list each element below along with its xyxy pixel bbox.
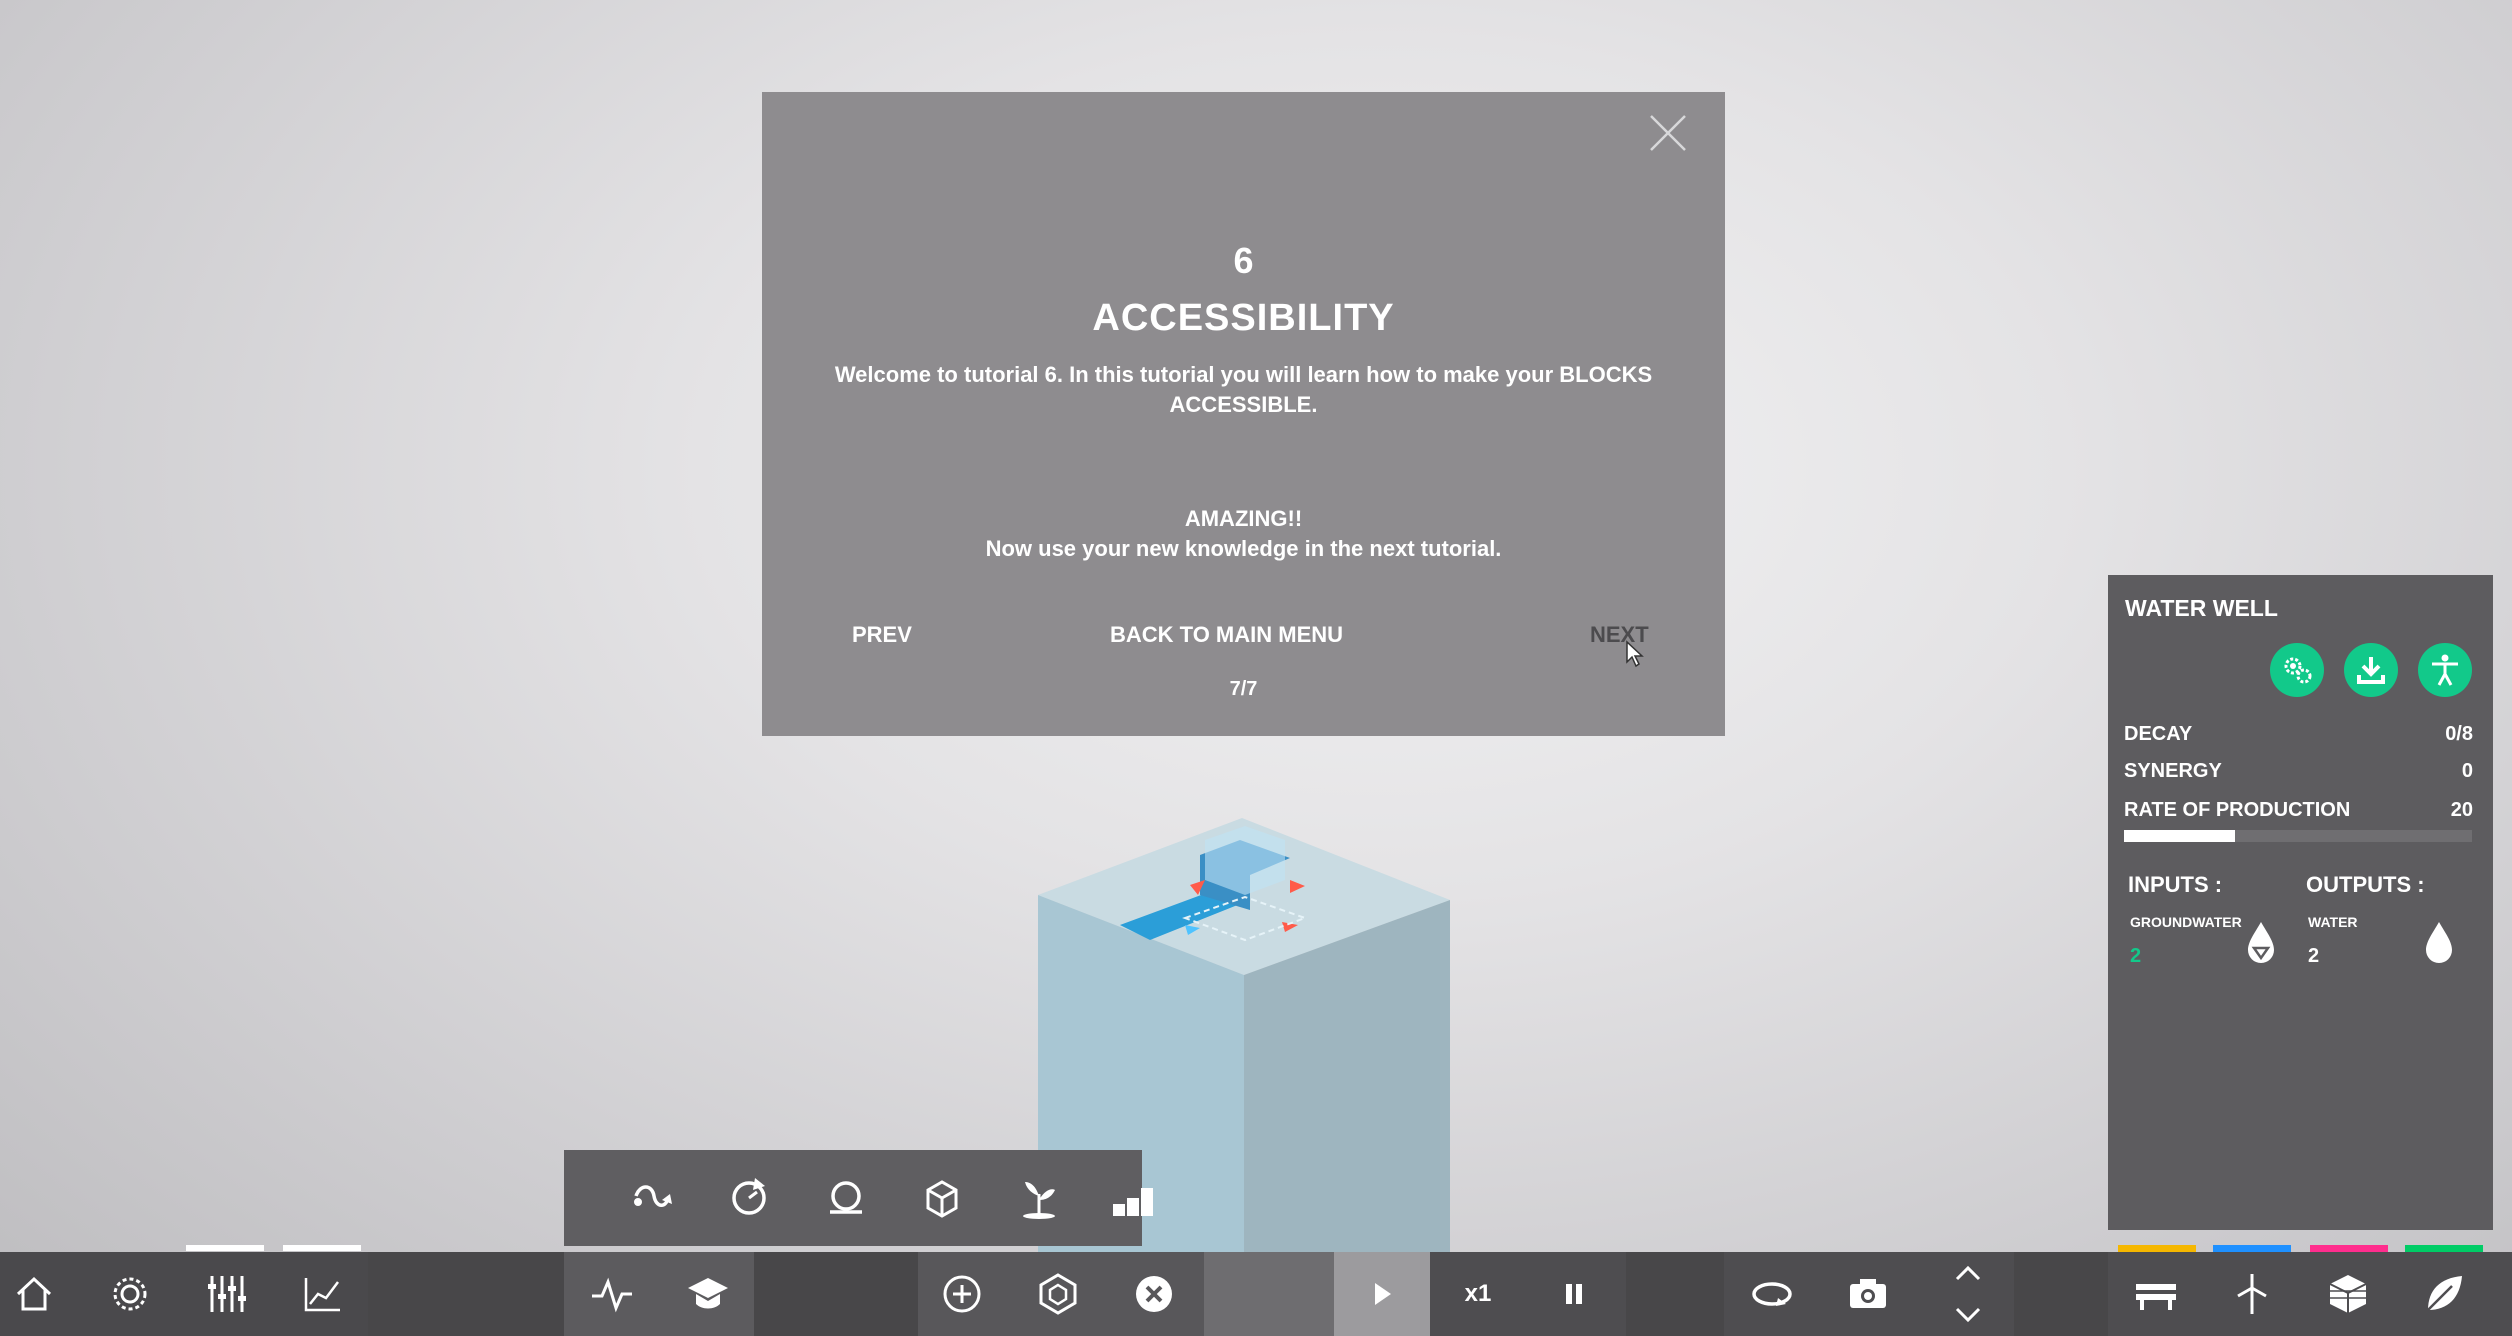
page-indicator: 7/7 bbox=[1229, 678, 1258, 700]
level-down-button[interactable] bbox=[1920, 1294, 2016, 1336]
connect-arrow-icon bbox=[634, 1185, 672, 1207]
outputs-heading: OUTPUTS : bbox=[2306, 872, 2425, 897]
input-value: 2 bbox=[2130, 945, 2142, 967]
tutorial-dialog: 6 ACCESSIBILITY Welcome to tutorial 6. I… bbox=[762, 92, 1725, 736]
play-icon bbox=[1375, 1283, 1391, 1305]
output-name: WATER bbox=[2308, 914, 2358, 930]
gear-icon bbox=[113, 1277, 147, 1311]
output-value: 2 bbox=[2308, 945, 2320, 967]
close-icon[interactable] bbox=[1645, 110, 1691, 156]
add-button[interactable] bbox=[914, 1252, 1010, 1336]
sliders-icon bbox=[208, 1276, 246, 1312]
pause-icon bbox=[1566, 1284, 1582, 1304]
gears-icon bbox=[2284, 657, 2312, 684]
close-circle-icon bbox=[1136, 1276, 1172, 1312]
stat-value: 20 bbox=[2450, 799, 2473, 821]
pause-button[interactable] bbox=[1526, 1252, 1622, 1336]
speed-button[interactable]: x1 bbox=[1430, 1252, 1526, 1336]
download-icon bbox=[2357, 657, 2385, 684]
prev-button[interactable]: PREV bbox=[852, 622, 912, 648]
tab-indicator bbox=[186, 1245, 264, 1251]
stat-label: RATE OF PRODUCTION bbox=[2124, 799, 2351, 821]
connect-tool-button[interactable] bbox=[612, 1158, 692, 1238]
mouse-cursor-icon bbox=[1625, 640, 1645, 673]
stat-label: DECAY bbox=[2124, 723, 2193, 745]
production-bar-fill bbox=[2124, 830, 2236, 842]
stat-decay: DECAY 0/8 bbox=[2124, 723, 2473, 746]
level-up-button[interactable] bbox=[1920, 1252, 2016, 1294]
pulse-icon bbox=[592, 1277, 632, 1313]
wireframe-cube-icon bbox=[926, 1180, 958, 1218]
screenshot-button[interactable] bbox=[1820, 1252, 1916, 1336]
chevron-up-icon bbox=[1955, 1265, 1981, 1281]
bench-icon bbox=[2136, 1284, 2176, 1310]
play-button[interactable] bbox=[1334, 1252, 1430, 1336]
settings-button[interactable] bbox=[82, 1252, 178, 1336]
stat-label: SYNERGY bbox=[2124, 760, 2222, 782]
building-info-panel: WATER WELL DECAY 0/8 SYNERGY 0 RATE OF P… bbox=[2108, 575, 2493, 1230]
upgrade-button[interactable] bbox=[1010, 1252, 1106, 1336]
line-chart-icon bbox=[304, 1278, 340, 1312]
speed-label: x1 bbox=[1464, 1280, 1492, 1307]
category-buildings-button[interactable] bbox=[2300, 1252, 2396, 1336]
stat-synergy: SYNERGY 0 bbox=[2124, 760, 2473, 783]
tutorial-number: 6 bbox=[1233, 240, 1254, 281]
orbit-camera-button[interactable] bbox=[1724, 1252, 1820, 1336]
plant-tool-button[interactable] bbox=[999, 1158, 1079, 1238]
home-button[interactable] bbox=[0, 1252, 82, 1336]
loop-icon bbox=[830, 1181, 862, 1214]
stat-value: 0 bbox=[2461, 760, 2473, 782]
category-energy-button[interactable] bbox=[2204, 1252, 2300, 1336]
production-bar bbox=[2124, 830, 2472, 842]
water-drop-icon bbox=[2426, 922, 2452, 963]
tutorial-intro: Welcome to tutorial 6. In this tutorial … bbox=[834, 362, 1653, 417]
building-cube-icon bbox=[2329, 1275, 2367, 1313]
coins-icon bbox=[1113, 1188, 1153, 1216]
toolbar-spacer bbox=[1204, 1252, 1334, 1336]
home-icon bbox=[16, 1276, 52, 1311]
tutorial-button[interactable] bbox=[660, 1252, 756, 1336]
hexagon-cube-icon bbox=[1039, 1273, 1077, 1315]
accessibility-button[interactable] bbox=[2418, 643, 2472, 697]
tutorial-message: Now use your new knowledge in the next t… bbox=[985, 536, 1502, 561]
download-button[interactable] bbox=[2344, 643, 2398, 697]
rotate-icon bbox=[732, 1178, 766, 1215]
gears-button[interactable] bbox=[2270, 643, 2324, 697]
wind-turbine-icon bbox=[2237, 1274, 2267, 1314]
groundwater-icon bbox=[2248, 922, 2274, 963]
plus-circle-icon bbox=[943, 1275, 981, 1313]
camera-icon bbox=[1850, 1279, 1886, 1308]
sliders-button[interactable] bbox=[178, 1252, 274, 1336]
inputs-heading: INPUTS : bbox=[2128, 872, 2223, 897]
leaf-icon bbox=[2427, 1276, 2462, 1311]
sprout-icon bbox=[1023, 1182, 1055, 1219]
orbit-icon bbox=[1752, 1282, 1792, 1306]
category-nature-button[interactable] bbox=[2396, 1252, 2492, 1336]
rotate-tool-button[interactable] bbox=[709, 1158, 789, 1238]
stat-rate-of-production: RATE OF PRODUCTION 20 bbox=[2124, 799, 2473, 822]
sub-toolbar bbox=[564, 1150, 1153, 1246]
delete-button[interactable] bbox=[1106, 1252, 1202, 1336]
category-infrastructure-button[interactable] bbox=[2108, 1252, 2204, 1336]
tutorial-title: ACCESSIBILITY bbox=[1092, 297, 1395, 339]
activity-button[interactable] bbox=[564, 1252, 660, 1336]
chevron-down-icon bbox=[1955, 1307, 1981, 1323]
stat-value: 0/8 bbox=[2445, 723, 2473, 745]
tutorial-heading: AMAZING!! bbox=[1184, 506, 1303, 531]
graduation-cap-icon bbox=[688, 1278, 728, 1309]
stats-button[interactable] bbox=[274, 1252, 370, 1336]
tab-indicator bbox=[283, 1245, 361, 1251]
coins-tool-button[interactable] bbox=[1094, 1158, 1174, 1238]
building-title: WATER WELL bbox=[2125, 595, 2278, 621]
accessibility-icon bbox=[2432, 654, 2458, 686]
block-tool-button[interactable] bbox=[902, 1158, 982, 1238]
bottom-toolbar: x1 bbox=[0, 1252, 2512, 1336]
back-to-main-menu-button[interactable]: BACK TO MAIN MENU bbox=[1110, 622, 1343, 648]
input-name: GROUNDWATER bbox=[2130, 914, 2242, 930]
loop-tool-button[interactable] bbox=[806, 1158, 886, 1238]
